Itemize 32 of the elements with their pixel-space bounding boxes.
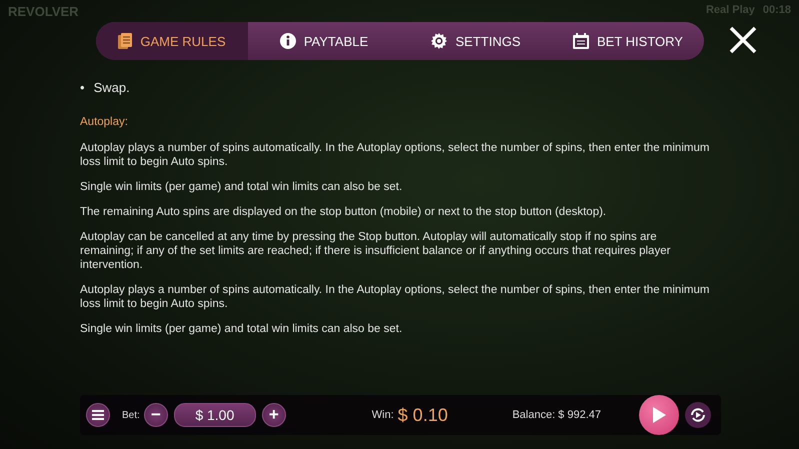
rule-paragraph: Autoplay plays a number of spins automatically. In the Autoplay options, select the number of spins, then enter the minimum loss limit to begin Auto spins.	[80, 283, 710, 311]
document-icon	[118, 33, 132, 49]
tab[interactable]: SETTINGS	[400, 22, 552, 60]
spin-button[interactable]	[639, 395, 679, 435]
rule-paragraph: The remaining Auto spins are displayed on the stop button (mobile) or next to the stop button (desktop).	[80, 205, 608, 219]
rule-paragraph: Single win limits (per game) and total win limits can also be set.	[80, 322, 404, 336]
gear-icon	[431, 33, 448, 49]
play-icon	[651, 406, 667, 424]
autoplay-button[interactable]	[685, 402, 711, 428]
bet-value: $ 1.00	[174, 403, 256, 427]
decrease-bet-button[interactable]: −	[144, 403, 168, 427]
rule-paragraph: Single win limits (per game) and total win limits can also be set.	[80, 180, 404, 194]
close-icon	[728, 24, 758, 54]
autoplay-icon	[689, 406, 707, 424]
menu-icon	[92, 410, 104, 420]
bet-label: Bet:	[122, 410, 140, 420]
rule-paragraph: Autoplay can be cancelled at any time by pressing the Stop button. Autoplay will automatically stop if no spins are remaining; if any of the set limits are reached; if there is insufficient balance or if anything occurs that requires player intervention.	[80, 230, 672, 272]
balance-text: Balance: $ 992.47	[512, 409, 601, 421]
increase-bet-button[interactable]: +	[262, 403, 286, 427]
rule-paragraph: Autoplay plays a number of spins automatically. In the Autoplay options, select the number of spins, then enter the minimum loss limit to begin Auto spins.	[80, 141, 710, 169]
bullet-item: Swap.	[94, 80, 130, 96]
win-label: Win:	[372, 409, 394, 421]
brand-logo: REVOLVER	[8, 4, 79, 21]
tab[interactable]: PAYTABLE	[248, 22, 400, 60]
tab[interactable]: BET HISTORY	[552, 22, 704, 60]
info-icon	[280, 33, 296, 49]
calendar-icon	[573, 33, 589, 49]
win-value: $ 0.10	[398, 404, 448, 426]
section-heading: Autoplay:	[80, 115, 129, 129]
tab[interactable]: GAME RULES	[96, 22, 248, 60]
bullet-marker: •	[80, 80, 85, 96]
menu-button[interactable]	[86, 403, 110, 427]
